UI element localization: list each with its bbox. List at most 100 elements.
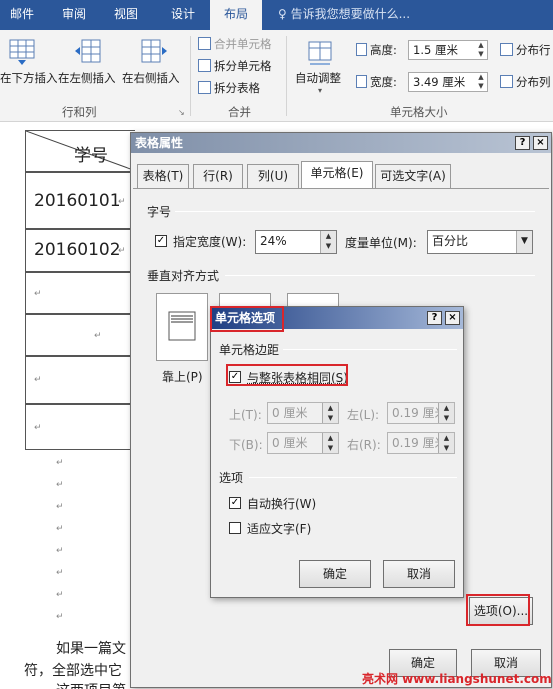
distribute-rows-label: 分布行 bbox=[516, 43, 551, 57]
tab-view[interactable]: 视图 bbox=[104, 0, 148, 30]
section-rule bbox=[175, 211, 535, 212]
split-table-button[interactable]: 拆分表格 bbox=[198, 80, 260, 96]
split-table-icon bbox=[198, 81, 211, 94]
tab-mailings[interactable]: 邮件 bbox=[0, 0, 44, 30]
measure-label: 度量单位(M): bbox=[345, 236, 417, 250]
distribute-cols-label: 分布列 bbox=[516, 75, 551, 89]
preferred-width-label: 指定宽度(W): bbox=[173, 235, 247, 249]
measure-select[interactable]: 百分比 ▼ bbox=[427, 230, 533, 254]
table-properties-titlebar: 表格属性 bbox=[131, 133, 551, 153]
paragraph-mark: ↵ bbox=[56, 546, 64, 556]
insert-left-icon bbox=[75, 39, 101, 63]
insert-below-button[interactable]: 在下方插入 bbox=[0, 70, 58, 86]
body-text-line: 如果一篇文 bbox=[56, 641, 126, 657]
table-row[interactable]: ↵ bbox=[25, 404, 135, 450]
top-margin-spinner[interactable]: ▲ ▼ bbox=[322, 403, 338, 423]
body-text-line: 符，全部选中它 bbox=[24, 663, 122, 679]
top-margin-value: 0 厘米 bbox=[272, 406, 308, 420]
help-button[interactable]: ? bbox=[515, 136, 530, 150]
preferred-width-input[interactable]: 24% ▲ ▼ bbox=[255, 230, 337, 254]
section-rule bbox=[249, 477, 457, 478]
tab-design[interactable]: 设计 bbox=[160, 0, 206, 30]
height-label: 高度: bbox=[356, 42, 397, 58]
height-label-text: 高度: bbox=[370, 43, 397, 57]
tab-cell[interactable]: 单元格(E) bbox=[301, 161, 373, 188]
cell-options-dialog: 单元格选项 ? × 单元格边距 ✓ 与整张表格相同(S) 上(T): 0 厘米 ▲… bbox=[210, 306, 464, 598]
merge-cells-icon bbox=[198, 37, 211, 50]
cell-text: 20160102 bbox=[34, 240, 121, 260]
highlight-options-button bbox=[466, 594, 530, 626]
right-margin-input[interactable]: 0.19 厘米 ▲ ▼ bbox=[387, 432, 455, 454]
options-section-heading: 选项 bbox=[219, 471, 244, 485]
preferred-width-checkbox[interactable]: ✓ bbox=[155, 235, 167, 247]
distribute-cols-button[interactable]: 分布列 bbox=[500, 74, 551, 90]
fit-text-label: 适应文字(F) bbox=[247, 522, 312, 536]
group-label-rows-cols: 行和列 bbox=[62, 105, 97, 119]
wrap-text-checkbox[interactable]: ✓ bbox=[229, 497, 241, 509]
paragraph-mark: ↵ bbox=[56, 458, 64, 468]
tab-alt-text[interactable]: 可选文字(A) bbox=[375, 164, 451, 188]
table-header-cell[interactable]: 学号 bbox=[25, 130, 136, 172]
autofit-dropdown-icon[interactable]: ▾ bbox=[318, 86, 322, 95]
split-cells-button[interactable]: 拆分单元格 bbox=[198, 58, 272, 74]
valign-bottom-option[interactable] bbox=[287, 293, 339, 307]
tab-column[interactable]: 列(U) bbox=[247, 164, 299, 188]
help-button[interactable]: ? bbox=[427, 311, 442, 325]
insert-left-button[interactable]: 在左侧插入 bbox=[58, 70, 116, 86]
bottom-margin-value: 0 厘米 bbox=[272, 436, 308, 450]
row-height-input[interactable]: 1.5 厘米 ▲ ▼ bbox=[408, 40, 488, 60]
ok-button[interactable]: 确定 bbox=[299, 560, 371, 588]
paragraph-mark: ↵ bbox=[118, 246, 126, 256]
paragraph-mark: ↵ bbox=[56, 590, 64, 600]
preferred-width-spinner[interactable]: ▲ ▼ bbox=[320, 231, 336, 253]
table-row[interactable]: ↵ bbox=[25, 272, 135, 314]
insert-right-button[interactable]: 在右侧插入 bbox=[122, 70, 180, 86]
align-top-icon bbox=[168, 311, 196, 341]
valign-center-option[interactable] bbox=[219, 293, 271, 307]
left-margin-input[interactable]: 0.19 厘米 ▲ ▼ bbox=[387, 402, 455, 424]
ribbon-tab-bar: 邮件 审阅 视图 设计 布局 ♀ 告诉我您想要做什么... bbox=[0, 0, 553, 30]
table-row[interactable]: ↵ bbox=[25, 314, 135, 356]
col-width-spinner[interactable]: ▲ ▼ bbox=[475, 73, 487, 91]
close-button[interactable]: × bbox=[445, 311, 460, 325]
dialog-title: 表格属性 bbox=[135, 136, 184, 150]
paragraph-mark: ↵ bbox=[34, 423, 42, 433]
dialog-launcher-icon[interactable]: ↘ bbox=[178, 108, 185, 117]
top-margin-input[interactable]: 0 厘米 ▲ ▼ bbox=[267, 402, 339, 424]
cell-text: 20160101 bbox=[34, 191, 121, 211]
chevron-down-icon[interactable]: ▼ bbox=[516, 231, 532, 253]
merge-cells-button[interactable]: 合并单元格 bbox=[198, 36, 272, 52]
table-row[interactable]: 20160101 ↵ bbox=[25, 172, 135, 229]
bottom-margin-label: 下(B): bbox=[229, 438, 263, 452]
tell-me-search[interactable]: ♀ 告诉我您想要做什么... bbox=[278, 0, 410, 30]
distribute-rows-button[interactable]: 分布行 bbox=[500, 42, 551, 58]
fit-text-checkbox[interactable] bbox=[229, 522, 241, 534]
bottom-margin-spinner[interactable]: ▲ ▼ bbox=[322, 433, 338, 453]
row-height-icon bbox=[356, 43, 367, 56]
paragraph-mark: ↵ bbox=[56, 568, 64, 578]
tab-row[interactable]: 行(R) bbox=[193, 164, 243, 188]
table-row[interactable]: ↵ bbox=[25, 356, 135, 404]
distribute-rows-icon bbox=[500, 43, 513, 56]
top-margin-label: 上(T): bbox=[229, 408, 262, 422]
paragraph-mark: ↵ bbox=[56, 612, 64, 622]
row-height-spinner[interactable]: ▲ ▼ bbox=[475, 41, 487, 59]
col-width-input[interactable]: 3.49 厘米 ▲ ▼ bbox=[408, 72, 488, 92]
margins-section-heading: 单元格边距 bbox=[219, 343, 280, 357]
cancel-button[interactable]: 取消 bbox=[383, 560, 455, 588]
autofit-button[interactable]: 自动调整 bbox=[295, 70, 341, 86]
right-margin-spinner[interactable]: ▲ ▼ bbox=[438, 433, 454, 453]
valign-top-option[interactable] bbox=[156, 293, 208, 361]
tab-layout[interactable]: 布局 bbox=[210, 0, 262, 30]
tab-table[interactable]: 表格(T) bbox=[137, 164, 189, 188]
close-button[interactable]: × bbox=[533, 136, 548, 150]
left-margin-spinner[interactable]: ▲ ▼ bbox=[438, 403, 454, 423]
valign-top-label: 靠上(P) bbox=[162, 370, 203, 384]
tab-review[interactable]: 审阅 bbox=[52, 0, 96, 30]
table-row[interactable]: 20160102 ↵ bbox=[25, 229, 135, 272]
highlight-same-as-table bbox=[226, 364, 348, 386]
section-rule bbox=[283, 349, 457, 350]
paragraph-mark: ↵ bbox=[56, 480, 64, 490]
bottom-margin-input[interactable]: 0 厘米 ▲ ▼ bbox=[267, 432, 339, 454]
row-height-value: 1.5 厘米 bbox=[413, 43, 458, 57]
